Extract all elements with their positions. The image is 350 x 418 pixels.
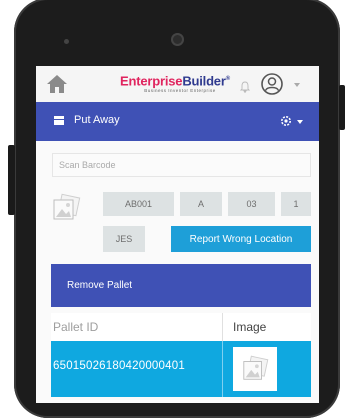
row-divider xyxy=(222,341,223,397)
page-title-bar: Put Away xyxy=(36,102,319,141)
location-extra-cell: JES xyxy=(103,226,145,252)
enterprisebuilder-logo[interactable]: EnterpriseBuilder® Business Inventor Ent… xyxy=(120,71,240,97)
phone-sensor xyxy=(64,39,69,44)
location-cell-2: A xyxy=(180,192,222,216)
page-title: Put Away xyxy=(74,114,120,126)
column-header-image: Image xyxy=(233,320,267,334)
pallet-image-cell[interactable] xyxy=(233,347,277,391)
table-header: Pallet ID Image xyxy=(51,313,311,342)
column-header-pallet-id: Pallet ID xyxy=(53,320,99,334)
location-cell-4: 1 xyxy=(281,192,311,216)
pallet-table: Pallet ID Image 65015026180420000401 xyxy=(51,313,311,403)
location-cell-1: AB001 xyxy=(103,192,174,216)
home-icon[interactable] xyxy=(46,74,68,94)
user-icon[interactable] xyxy=(261,73,283,95)
chevron-down-icon[interactable] xyxy=(294,83,300,87)
settings-chevron-down-icon[interactable] xyxy=(297,120,303,124)
table-row[interactable]: 65015026180420000401 xyxy=(51,341,311,397)
menu-icon[interactable] xyxy=(54,116,64,125)
pallet-id-cell: 65015026180420000401 xyxy=(53,360,185,372)
report-wrong-location-button[interactable]: Report Wrong Location xyxy=(171,226,311,252)
phone-power-button xyxy=(339,85,345,130)
remove-pallet-button[interactable]: Remove Pallet xyxy=(51,264,311,307)
logo-tagline: Business Inventor Enterprise xyxy=(144,88,216,94)
scan-barcode-input[interactable] xyxy=(52,153,311,177)
bell-icon[interactable] xyxy=(240,81,250,93)
app-screen: EnterpriseBuilder® Business Inventor Ent… xyxy=(36,66,319,403)
gear-icon[interactable] xyxy=(279,114,293,128)
phone-camera xyxy=(171,33,184,46)
photo-icon[interactable] xyxy=(51,193,81,223)
location-cell-3: 03 xyxy=(228,192,275,216)
app-header: EnterpriseBuilder® Business Inventor Ent… xyxy=(36,66,319,103)
photo-icon xyxy=(243,355,269,380)
column-divider xyxy=(222,313,223,341)
phone-side-button xyxy=(8,145,15,215)
